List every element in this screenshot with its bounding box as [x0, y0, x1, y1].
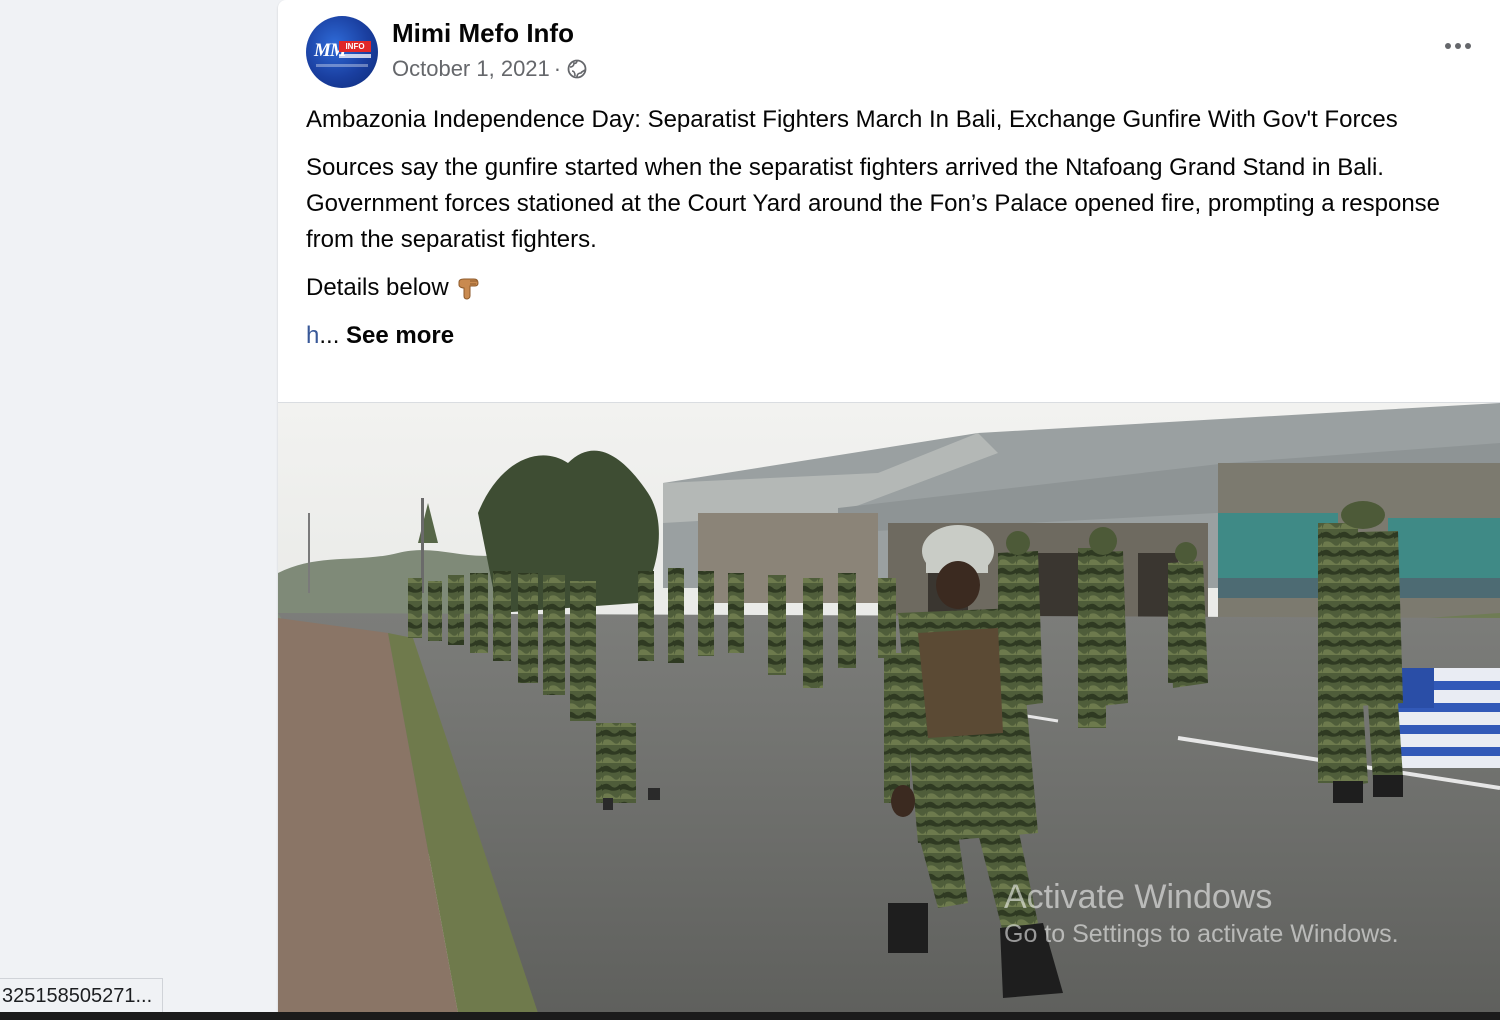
watermark-title: Activate Windows	[1004, 878, 1273, 916]
post-paragraph: Sources say the gunfire started when the…	[306, 154, 1441, 253]
page-avatar[interactable]: MM INFO	[306, 16, 378, 88]
ellipsis: ...	[319, 322, 347, 349]
avatar-logo-stripe-2	[316, 64, 368, 67]
windows-activation-watermark: Activate Windows Go to Settings to activ…	[1004, 876, 1399, 950]
details-text: Details below	[306, 274, 449, 301]
avatar-logo-stripe	[339, 54, 371, 58]
browser-viewport: MM INFO Mimi Mefo Info October 1, 2021 ·	[0, 0, 1500, 1020]
post-header: MM INFO Mimi Mefo Info October 1, 2021 ·	[306, 14, 1480, 90]
avatar-logo-info: INFO	[339, 41, 371, 52]
more-dot	[1455, 43, 1461, 49]
post-meta: October 1, 2021 ·	[392, 56, 587, 82]
meta-separator: ·	[553, 56, 562, 81]
bottom-edge-bar	[0, 1012, 1500, 1020]
more-dot	[1465, 43, 1471, 49]
more-dot	[1445, 43, 1451, 49]
backhand-index-pointing-down-icon	[458, 278, 479, 300]
details-line: Details below	[306, 270, 1466, 306]
facebook-post: MM INFO Mimi Mefo Info October 1, 2021 ·	[278, 0, 1500, 1012]
globe-icon[interactable]	[567, 59, 587, 79]
left-gutter	[0, 0, 278, 1020]
post-date-link[interactable]: October 1, 2021	[392, 56, 550, 82]
see-more-line: h... See more	[306, 318, 1466, 354]
post-headline: Ambazonia Independence Day: Separatist F…	[306, 106, 1398, 133]
truncated-link[interactable]: h	[306, 322, 319, 349]
see-more-button[interactable]: See more	[346, 322, 454, 349]
more-options-icon[interactable]	[1438, 26, 1478, 66]
watermark-subtitle: Go to Settings to activate Windows.	[1004, 920, 1399, 948]
page-name-link[interactable]: Mimi Mefo Info	[392, 18, 574, 49]
post-text: Ambazonia Independence Day: Separatist F…	[306, 102, 1466, 366]
status-bar-url: 325158505271...	[0, 978, 164, 1013]
